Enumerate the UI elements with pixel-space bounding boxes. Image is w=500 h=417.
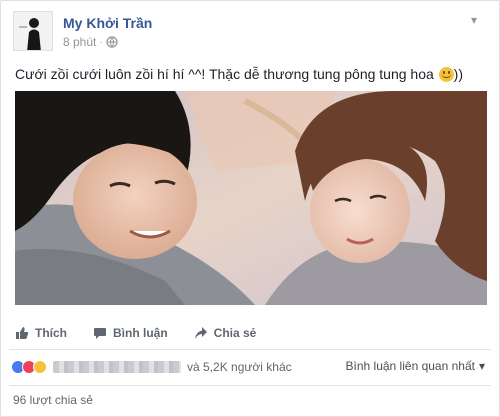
share-button[interactable]: Chia sẻ: [194, 326, 257, 340]
post-card: My Khởi Trần 8 phút · ▾ Cưới zồi cưới lu…: [0, 0, 500, 417]
post-photo[interactable]: [15, 91, 487, 305]
reactions-row: và 5,2K người khác Bình luận liên quan n…: [11, 357, 491, 377]
post-time[interactable]: 8 phút: [63, 35, 96, 49]
divider: [9, 349, 491, 350]
like-button[interactable]: Thích: [15, 326, 67, 340]
blurred-names: [53, 361, 181, 373]
post-options-chevron-icon[interactable]: ▾: [465, 13, 483, 27]
post-text: Cưới zồi cưới luôn zồi hí hí ^^! Thặc dễ…: [15, 65, 485, 83]
post-meta: 8 phút ·: [63, 35, 118, 49]
chevron-down-icon: ▾: [478, 359, 485, 373]
comment-bubble-icon: [94, 328, 106, 339]
comment-sort-dropdown[interactable]: Bình luận liên quan nhất ▾: [346, 359, 485, 373]
share-label: Chia sẻ: [213, 326, 257, 340]
author-name[interactable]: My Khởi Trần: [63, 15, 152, 31]
post-actions-bar: Thích Bình luận Chia sẻ: [15, 319, 487, 347]
reactions-others-count[interactable]: và 5,2K người khác: [187, 360, 292, 374]
author-avatar[interactable]: [13, 11, 53, 51]
avatar-figure-icon: [14, 12, 52, 50]
divider: [9, 385, 491, 386]
separator-dot: ·: [99, 36, 103, 48]
thumbs-up-icon: [16, 327, 29, 339]
haha-reaction-icon[interactable]: [33, 360, 47, 374]
like-label: Thích: [35, 326, 67, 340]
comment-button[interactable]: Bình luận: [93, 326, 168, 340]
smile-emoji-icon: [438, 67, 454, 82]
comment-label: Bình luận: [113, 326, 168, 340]
post-text-main: Cưới zồi cưới luôn zồi hí hí ^^! Thặc dễ…: [15, 66, 438, 82]
post-text-tail: )): [453, 66, 463, 82]
couple-photo-image: [15, 91, 487, 305]
share-count[interactable]: 96 lượt chia sẻ: [13, 393, 93, 407]
globe-icon: [106, 36, 118, 48]
post-header: My Khởi Trần 8 phút · ▾: [13, 11, 483, 53]
comment-sort-label: Bình luận liên quan nhất: [345, 359, 475, 373]
share-arrow-icon: [194, 327, 207, 339]
